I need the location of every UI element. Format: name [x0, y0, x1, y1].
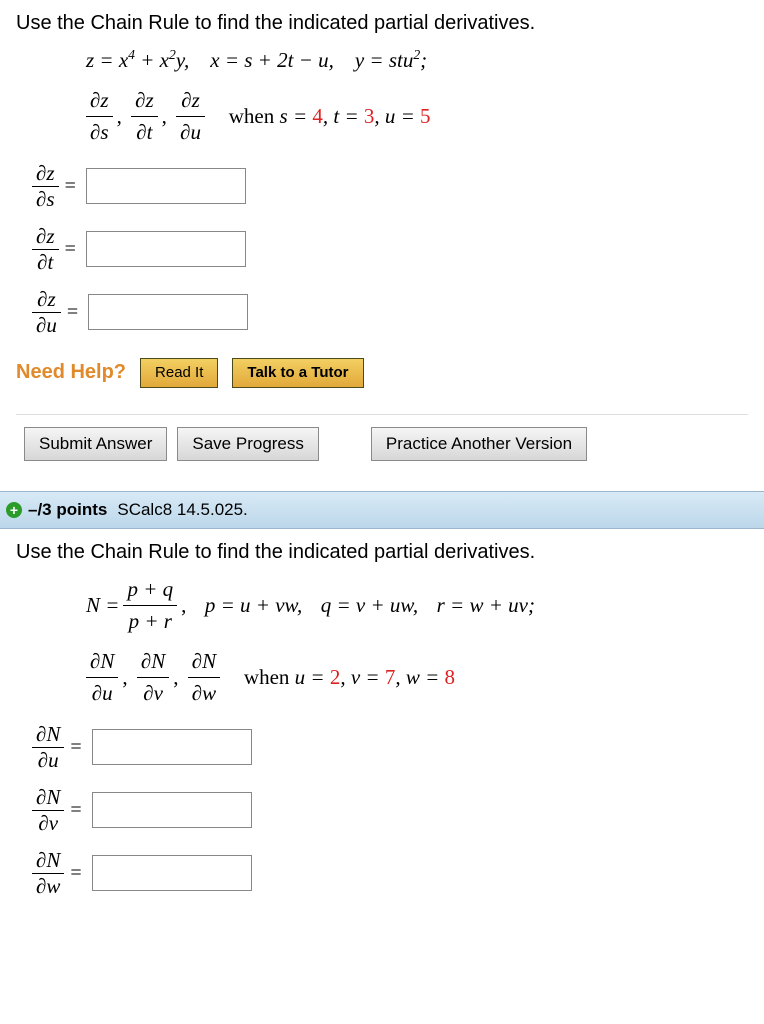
submit-answer-button[interactable]: Submit Answer	[24, 427, 167, 461]
practice-another-button[interactable]: Practice Another Version	[371, 427, 587, 461]
need-help-label: Need Help?	[16, 361, 126, 384]
answer-row-dN-dv: ∂N ∂v =	[32, 785, 748, 836]
q2-equations-line1: N = p + q p + r , p = u + vw, q = v + uw…	[86, 574, 748, 638]
frac-dN-dv: ∂N ∂v	[137, 646, 169, 710]
input-dN-du[interactable]	[92, 729, 252, 765]
question-2: Use the Chain Rule to find the indicated…	[0, 529, 764, 929]
question-reference: SCalc8 14.5.025.	[117, 500, 247, 520]
q1-deriv-line: ∂z ∂s , ∂z ∂t , ∂z ∂u when s = 4, t = 3,…	[86, 85, 748, 149]
q2-deriv-line: ∂N ∂u , ∂N ∂v , ∂N ∂w when u = 2, v = 7,…	[86, 646, 748, 710]
points-label: –/3 points	[28, 500, 107, 520]
need-help-row: Need Help? Read It Talk to a Tutor	[16, 358, 748, 388]
talk-tutor-button[interactable]: Talk to a Tutor	[232, 358, 363, 388]
answer-row-dz-dt: ∂z ∂t =	[32, 224, 748, 275]
frac-dz-dt: ∂z ∂t	[131, 85, 158, 149]
input-dz-ds[interactable]	[86, 168, 246, 204]
action-bar: Submit Answer Save Progress Practice Ano…	[16, 414, 748, 473]
frac-N: p + q p + r	[123, 574, 177, 638]
input-dz-dt[interactable]	[86, 231, 246, 267]
input-dN-dv[interactable]	[92, 792, 252, 828]
label-dz-dt: ∂z ∂t	[32, 224, 59, 275]
question-2-header: + –/3 points SCalc8 14.5.025.	[0, 491, 764, 529]
label-dN-dw: ∂N ∂w	[32, 848, 64, 899]
q2-prompt: Use the Chain Rule to find the indicated…	[16, 541, 748, 564]
answer-row-dz-ds: ∂z ∂s =	[32, 161, 748, 212]
answer-row-dN-dw: ∂N ∂w =	[32, 848, 748, 899]
q1-prompt: Use the Chain Rule to find the indicated…	[16, 12, 748, 35]
frac-dN-du: ∂N ∂u	[86, 646, 118, 710]
input-dz-du[interactable]	[88, 294, 248, 330]
question-1: Use the Chain Rule to find the indicated…	[0, 0, 764, 491]
frac-dz-ds: ∂z ∂s	[86, 85, 113, 149]
answer-row-dz-du: ∂z ∂u =	[32, 287, 748, 338]
input-dN-dw[interactable]	[92, 855, 252, 891]
label-dz-du: ∂z ∂u	[32, 287, 61, 338]
q1-equations-line1: z = x4 + x2y, x = s + 2t − u, y = stu2;	[86, 45, 748, 77]
q2-setup: N = p + q p + r , p = u + vw, q = v + uw…	[86, 574, 748, 710]
save-progress-button[interactable]: Save Progress	[177, 427, 319, 461]
frac-dN-dw: ∂N ∂w	[188, 646, 220, 710]
q1-setup: z = x4 + x2y, x = s + 2t − u, y = stu2; …	[86, 45, 748, 149]
label-dN-du: ∂N ∂u	[32, 722, 64, 773]
expand-icon[interactable]: +	[6, 502, 22, 518]
label-dz-ds: ∂z ∂s	[32, 161, 59, 212]
label-dN-dv: ∂N ∂v	[32, 785, 64, 836]
read-it-button[interactable]: Read It	[140, 358, 218, 388]
frac-dz-du: ∂z ∂u	[176, 85, 205, 149]
answer-row-dN-du: ∂N ∂u =	[32, 722, 748, 773]
